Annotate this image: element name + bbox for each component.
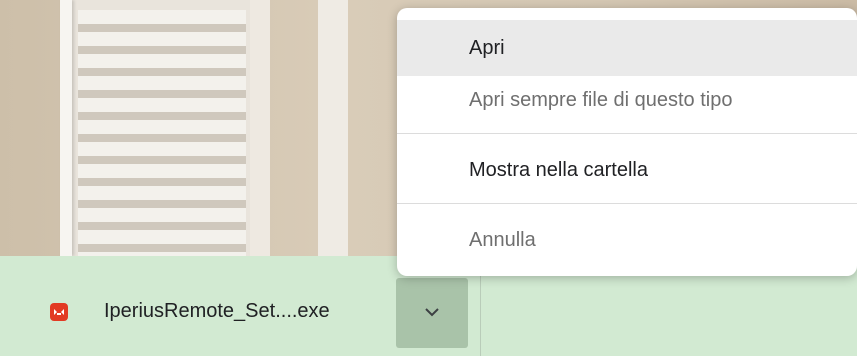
window-frame (250, 0, 270, 256)
menu-item-open[interactable]: Apri (397, 20, 857, 76)
menu-item-cancel[interactable]: Annulla (397, 212, 857, 268)
context-menu: Apri Apri sempre file di questo tipo Mos… (397, 8, 857, 276)
download-bar-divider (480, 274, 481, 356)
download-options-button[interactable] (396, 278, 468, 348)
shutter-slats (78, 10, 246, 256)
shutter-edge (60, 0, 72, 256)
iperius-remote-icon (50, 303, 68, 321)
menu-item-show-in-folder[interactable]: Mostra nella cartella (397, 142, 857, 198)
menu-separator (397, 203, 857, 204)
download-file-name: IperiusRemote_Set....exe (104, 300, 330, 322)
menu-separator (397, 133, 857, 134)
menu-item-always-open[interactable]: Apri sempre file di questo tipo (397, 72, 857, 128)
window-frame-right (318, 0, 348, 256)
chevron-down-icon (425, 308, 439, 317)
